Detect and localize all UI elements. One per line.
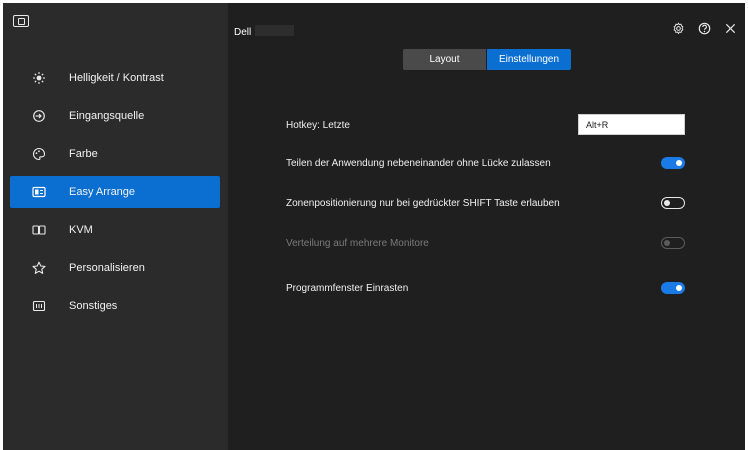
sidebar-item-color[interactable]: Farbe xyxy=(10,138,220,170)
sidebar-item-others[interactable]: Sonstiges xyxy=(10,290,220,322)
main-panel: Dell Layout Einstellungen Hotkey: Letzte… xyxy=(228,3,745,450)
tab-bar: Layout Einstellungen xyxy=(403,49,571,70)
color-palette-icon xyxy=(32,147,46,161)
input-source-icon xyxy=(32,109,46,123)
gear-icon[interactable] xyxy=(671,21,685,35)
hotkey-label: Hotkey: Letzte xyxy=(286,119,350,131)
help-icon[interactable] xyxy=(697,21,711,35)
sidebar-item-label: Personalisieren xyxy=(69,262,145,274)
sidebar-item-kvm[interactable]: KVM xyxy=(10,214,220,246)
app-window: Helligkeit / Kontrast Eingangsquelle Far… xyxy=(3,3,745,450)
sidebar-item-personalize[interactable]: Personalisieren xyxy=(10,252,220,284)
sidebar-item-label: Farbe xyxy=(69,148,98,160)
sidebar-item-label: Easy Arrange xyxy=(69,186,136,198)
close-icon[interactable] xyxy=(723,21,737,35)
others-icon xyxy=(32,299,46,313)
toggle-allow-gapless[interactable] xyxy=(661,157,685,169)
setting-label: Zonenpositionierung nur bei gedrückter S… xyxy=(286,197,560,209)
star-icon xyxy=(32,261,46,275)
window-controls xyxy=(671,21,737,35)
sidebar-item-label: Helligkeit / Kontrast xyxy=(69,72,164,84)
brightness-icon xyxy=(32,71,46,85)
setting-row-window-snap: Programmfenster Einrasten xyxy=(286,278,686,298)
setting-label: Verteilung auf mehrere Monitore xyxy=(286,237,429,249)
setting-label: Programmfenster Einrasten xyxy=(286,282,409,294)
sidebar: Helligkeit / Kontrast Eingangsquelle Far… xyxy=(3,3,228,450)
sidebar-item-brightness-contrast[interactable]: Helligkeit / Kontrast xyxy=(10,62,220,94)
sidebar-item-label: Sonstiges xyxy=(69,300,118,312)
setting-row-multi-monitor: Verteilung auf mehrere Monitore xyxy=(286,233,686,253)
hotkey-input[interactable] xyxy=(578,114,685,135)
setting-row-allow-gapless: Teilen der Anwendung nebeneinander ohne … xyxy=(286,153,686,173)
tab-settings[interactable]: Einstellungen xyxy=(487,49,571,70)
setting-row-shift-zone: Zonenpositionierung nur bei gedrückter S… xyxy=(286,193,686,213)
monitor-label: Dell xyxy=(234,27,252,38)
app-logo-icon xyxy=(13,15,29,27)
tab-layout[interactable]: Layout xyxy=(403,49,486,70)
toggle-multi-monitor[interactable] xyxy=(661,237,685,249)
easy-arrange-icon xyxy=(32,185,46,199)
toggle-shift-zone[interactable] xyxy=(661,197,685,209)
sidebar-item-label: KVM xyxy=(69,224,93,236)
sidebar-nav: Helligkeit / Kontrast Eingangsquelle Far… xyxy=(3,62,228,328)
sidebar-item-easy-arrange[interactable]: Easy Arrange xyxy=(10,176,220,208)
toggle-window-snap[interactable] xyxy=(661,282,685,294)
sidebar-item-input-source[interactable]: Eingangsquelle xyxy=(10,100,220,132)
sidebar-item-label: Eingangsquelle xyxy=(69,110,145,122)
kvm-icon xyxy=(32,223,46,237)
setting-label: Teilen der Anwendung nebeneinander ohne … xyxy=(286,157,551,169)
monitor-model-redacted xyxy=(255,25,294,36)
